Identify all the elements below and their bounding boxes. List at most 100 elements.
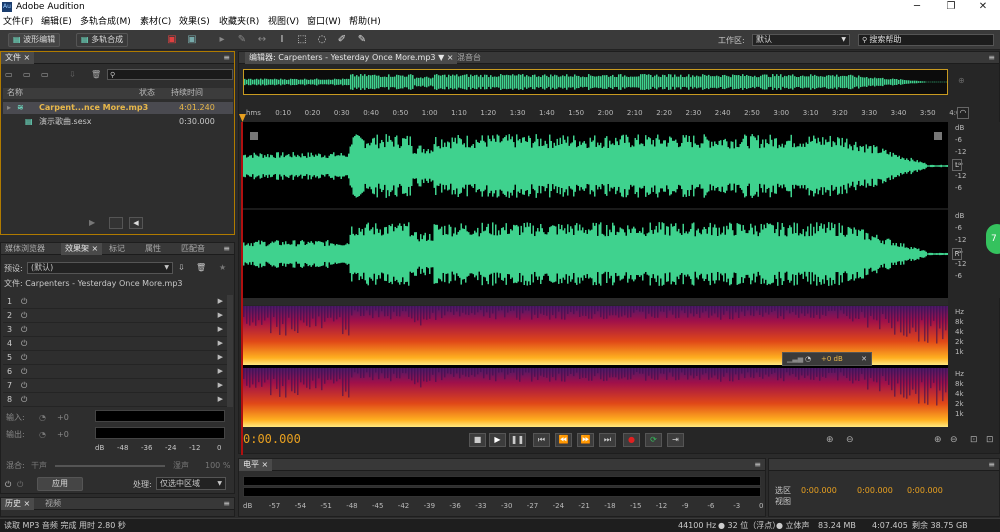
col-status[interactable]: 状态 <box>139 88 155 98</box>
menu-help[interactable]: 帮助(H) <box>349 14 381 30</box>
multitrack-view-button[interactable]: ▤ 多轨合成 <box>76 33 129 47</box>
slot-arrow-icon[interactable]: ▶ <box>218 309 223 322</box>
effect-slot[interactable]: 7 ⏻ ▶ <box>3 379 231 393</box>
chevron-down-icon[interactable]: ▼ <box>438 53 444 62</box>
col-name[interactable]: 名称 <box>7 88 23 98</box>
menu-window[interactable]: 窗口(W) <box>307 14 341 30</box>
save-preset-icon[interactable]: ⇩ <box>178 263 185 273</box>
slot-arrow-icon[interactable]: ▶ <box>218 351 223 364</box>
power-icon[interactable]: ⏻ <box>21 337 27 350</box>
new-file-icon[interactable]: ▭ <box>41 70 49 80</box>
effect-slot[interactable]: 4 ⏻ ▶ <box>3 337 231 351</box>
spectral-display[interactable] <box>243 306 948 427</box>
zoom-in-amplitude-icon[interactable]: ⊕ <box>826 435 834 445</box>
menu-file[interactable]: 文件(F) <box>3 14 33 30</box>
fade-out-handle[interactable] <box>934 132 942 140</box>
open-file-icon[interactable]: ▭ <box>5 70 13 80</box>
power-icon[interactable]: ⏻ <box>21 365 27 378</box>
time-display[interactable]: 0:00.000 <box>243 430 343 448</box>
favorite-star-icon[interactable]: ★ <box>219 263 226 273</box>
effect-slot[interactable]: 2 ⏻ ▶ <box>3 309 231 323</box>
files-search-input[interactable]: ⚲ <box>107 69 233 80</box>
output-value[interactable]: +0 <box>57 430 69 440</box>
loop-playback-button[interactable]: ⟳ <box>645 433 662 447</box>
hud-volume-control[interactable]: ▁▃▅ ◔ +0 dB ✕ <box>782 352 872 366</box>
pin-icon[interactable]: ✕ <box>861 353 867 365</box>
tab-match-volume[interactable]: 匹配音 <box>177 243 209 255</box>
close-button[interactable]: ✕ <box>968 0 998 14</box>
slot-arrow-icon[interactable]: ▶ <box>218 379 223 392</box>
effect-slot[interactable]: 5 ⏻ ▶ <box>3 351 231 365</box>
spectral-display-icon[interactable]: ▣ <box>166 34 178 46</box>
maximize-button[interactable]: ❐ <box>936 0 966 14</box>
fast-forward-button[interactable]: ⏩ <box>577 433 594 447</box>
pause-button[interactable]: ❚❚ <box>509 433 526 447</box>
spot-healing-tool-icon[interactable]: ✎ <box>356 34 368 46</box>
loop-icon[interactable] <box>109 217 123 229</box>
output-knob-icon[interactable]: ◔ <box>39 430 46 440</box>
panel-menu-icon[interactable]: ≡ <box>754 460 761 470</box>
process-select[interactable]: 仅选中区域 ▼ <box>156 477 226 490</box>
effect-slot[interactable]: 8 ⏻ ▶ <box>3 393 231 407</box>
slot-arrow-icon[interactable]: ▶ <box>218 337 223 350</box>
input-value[interactable]: +0 <box>57 413 69 423</box>
tab-files[interactable]: 文件 × <box>1 52 35 64</box>
zoom-selection-icon[interactable]: ⊡ <box>986 435 994 445</box>
time-selection-tool-icon[interactable]: I <box>276 34 288 46</box>
effect-slot[interactable]: 1 ⏻ ▶ <box>3 295 231 309</box>
panel-menu-icon[interactable]: ≡ <box>223 244 230 254</box>
headphones-icon[interactable]: ◠ <box>957 107 969 119</box>
close-icon[interactable]: × <box>24 499 31 508</box>
delete-icon[interactable]: 🗑 <box>91 70 101 80</box>
power-icon[interactable]: ⏻ <box>17 480 23 490</box>
go-to-end-button[interactable]: ⏭ <box>599 433 616 447</box>
fade-in-handle[interactable] <box>250 132 258 140</box>
record-button[interactable]: ● <box>623 433 640 447</box>
slot-arrow-icon[interactable]: ▶ <box>218 323 223 336</box>
power-icon[interactable]: ⏻ <box>21 295 27 308</box>
selection-start[interactable]: 0:00.000 <box>801 486 837 496</box>
power-icon[interactable]: ⏻ <box>21 351 27 364</box>
tab-markers[interactable]: 标记 <box>105 243 129 255</box>
zoom-full-icon[interactable]: ⊡ <box>970 435 978 445</box>
slot-arrow-icon[interactable]: ▶ <box>218 393 223 406</box>
file-row[interactable]: ▤ 演示歌曲.sesx 0:30.000 <box>3 116 233 128</box>
panel-menu-icon[interactable]: ≡ <box>988 53 995 63</box>
skip-selection-button[interactable]: ⇥ <box>667 433 684 447</box>
overview-navigator[interactable] <box>243 69 948 95</box>
selection-duration[interactable]: 0:00.000 <box>907 486 943 496</box>
tab-levels[interactable]: 电平 × <box>239 459 273 471</box>
help-search-field[interactable]: ⚲ 搜索帮助 <box>858 34 994 46</box>
menu-favorites[interactable]: 收藏夹(R) <box>219 14 259 30</box>
go-to-start-button[interactable]: ⏮ <box>533 433 550 447</box>
zoom-in-time-icon[interactable]: ⊕ <box>934 435 942 445</box>
slip-tool-icon[interactable]: ↔ <box>256 34 268 46</box>
panel-menu-icon[interactable]: ≡ <box>223 53 230 63</box>
power-icon[interactable]: ⏻ <box>5 480 11 490</box>
tab-media-browser[interactable]: 媒体浏览器 <box>1 243 49 255</box>
brush-tool-icon[interactable]: ✐ <box>336 34 348 46</box>
expand-triangle-icon[interactable]: ▸ <box>7 103 11 113</box>
menu-multitrack[interactable]: 多轨合成(M) <box>80 14 131 30</box>
menu-effects[interactable]: 效果(S) <box>179 14 210 30</box>
slot-arrow-icon[interactable]: ▶ <box>218 365 223 378</box>
mix-slider[interactable] <box>55 465 165 467</box>
insert-icon[interactable]: ⇩ <box>69 70 76 80</box>
preset-select[interactable]: (默认) ▼ <box>27 262 173 274</box>
minimize-button[interactable]: ─ <box>902 0 932 14</box>
workspace-select[interactable]: 默认 ▼ <box>752 34 850 46</box>
mix-value[interactable]: 100 % <box>205 461 230 471</box>
menu-edit[interactable]: 编辑(E) <box>41 14 72 30</box>
zoom-out-amplitude-icon[interactable]: ⊖ <box>846 435 854 445</box>
tab-history[interactable]: 历史 × <box>1 498 35 510</box>
play-icon[interactable]: ▶ <box>89 218 95 228</box>
stop-button[interactable]: ■ <box>469 433 486 447</box>
selection-end[interactable]: 0:00.000 <box>857 486 893 496</box>
channel-left-toggle[interactable]: L <box>952 159 962 171</box>
panel-menu-icon[interactable]: ≡ <box>988 460 995 470</box>
menu-view[interactable]: 视图(V) <box>268 14 299 30</box>
rewind-button[interactable]: ⏪ <box>555 433 572 447</box>
waveform-display[interactable] <box>243 122 948 298</box>
power-icon[interactable]: ⏻ <box>21 309 27 322</box>
zoom-out-time-icon[interactable]: ⊖ <box>950 435 958 445</box>
